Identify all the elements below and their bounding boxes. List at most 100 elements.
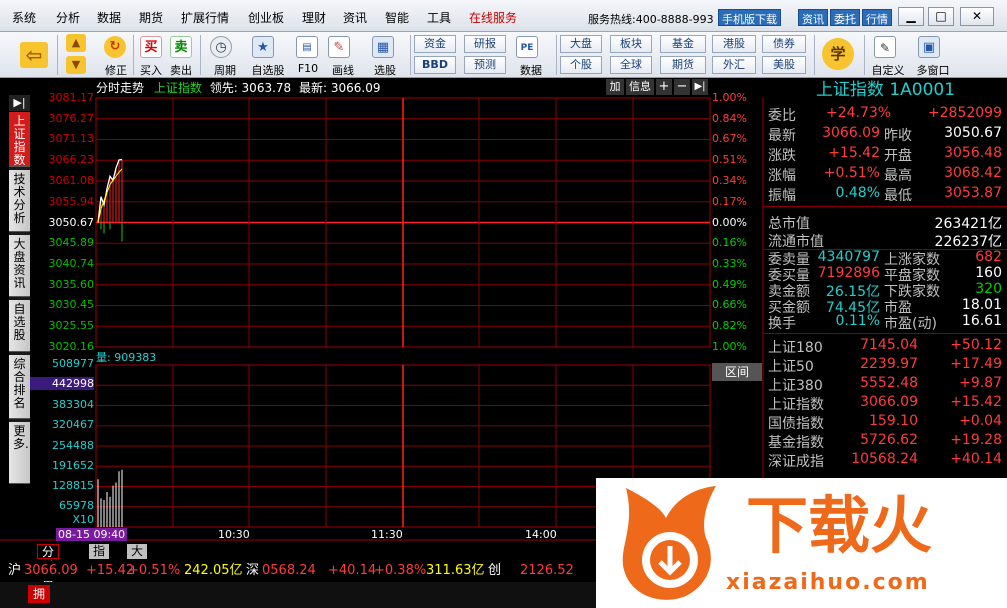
price-tick: 3071.13 — [48, 132, 95, 145]
index-name: 上证180 — [768, 340, 823, 356]
volume-tick: 508977 — [52, 357, 94, 370]
index-change: +40.14 — [950, 451, 1002, 467]
value-prev-close: 3050.67 — [944, 125, 1002, 141]
pct-tick: 1.00% — [712, 340, 747, 353]
volume-tick: 254488 — [52, 439, 94, 452]
volume-tick-highlight: 442998 — [30, 377, 94, 390]
quote-title: 上证指数 1A0001 — [815, 80, 956, 100]
value-ask-vol: 4340797 — [817, 249, 880, 265]
value-low: 3053.87 — [944, 185, 1002, 201]
label-amplitude: 振幅 — [768, 188, 796, 204]
time-tick: 11:30 — [371, 528, 403, 541]
ticker-sh-label: 沪 — [8, 563, 22, 578]
pct-tick: 0.84% — [712, 112, 747, 125]
label-latest: 最新 — [768, 128, 796, 144]
volume-tick: 383304 — [52, 398, 94, 411]
tab-market-news[interactable]: 大盘资讯 — [127, 544, 148, 603]
price-tick: 3045.89 — [48, 236, 95, 249]
ticker-sz-pct: +0.38% — [374, 563, 427, 578]
index-row[interactable]: 上证50 2239.97 +17.49 — [768, 356, 1002, 375]
price-tick: 3061.08 — [48, 174, 95, 187]
flame-logo-icon — [622, 486, 716, 600]
index-row[interactable]: 基金指数 5726.62 +19.28 — [768, 432, 1002, 451]
volume-tick: 65978 — [59, 499, 94, 512]
volume-tick: 128815 — [52, 479, 94, 492]
pct-tick: 0.82% — [712, 319, 747, 332]
index-change: +19.28 — [950, 432, 1002, 448]
ticker-sz-change: +40.14 — [328, 563, 377, 578]
index-name: 上证380 — [768, 378, 823, 394]
pct-tick: 0.49% — [712, 278, 747, 291]
pct-tick: 0.16% — [712, 236, 747, 249]
tab-timeshare-volume[interactable]: 分时量 — [37, 544, 60, 589]
label-high: 最高 — [884, 168, 912, 184]
label-pct: 涨幅 — [768, 168, 796, 184]
index-name: 国债指数 — [768, 416, 824, 432]
value-flat-count: 160 — [975, 265, 1002, 281]
index-name: 上证50 — [768, 359, 814, 375]
ticker-cy-value: 2126.52 — [520, 563, 574, 578]
index-change: +17.49 — [950, 356, 1002, 372]
value-change: +15.42 — [828, 145, 880, 161]
pct-tick: 0.33% — [712, 257, 747, 270]
ticker-sz-amount: 311.63亿 — [426, 563, 485, 578]
label-float-cap: 流通市值 — [768, 234, 824, 250]
pct-tick: 0.17% — [712, 195, 747, 208]
cursor-datetime: 08-15 09:40 — [56, 528, 128, 541]
index-value: 5726.62 — [860, 432, 918, 448]
ticker-sz-label: 深 — [246, 563, 260, 578]
label-total-cap: 总市值 — [768, 216, 810, 232]
index-name: 上证指数 — [768, 397, 824, 413]
index-row[interactable]: 深证成指 10568.24 +40.14 — [768, 451, 1002, 470]
label-turnover: 换手 — [768, 316, 796, 332]
value-pct: +0.51% — [823, 165, 880, 181]
tab-indicator[interactable]: 指标 — [89, 544, 110, 573]
label-weibi: 委比 — [768, 108, 796, 124]
ticker-sh-amount: 242.05亿 — [184, 563, 243, 578]
pct-base: 0.00% — [712, 216, 747, 229]
index-value: 7145.04 — [860, 337, 918, 353]
label-open: 开盘 — [884, 148, 912, 164]
value-open: 3056.48 — [944, 145, 1002, 161]
label-prev-close: 昨收 — [884, 128, 912, 144]
ticker-sh-change: +15.42 — [86, 563, 135, 578]
price-tick: 3025.55 — [48, 319, 95, 332]
pct-tick: 0.67% — [712, 132, 747, 145]
index-change: +0.04 — [959, 413, 1002, 429]
value-float-cap: 226237亿 — [934, 234, 1002, 250]
volume-tick: 191652 — [52, 459, 94, 472]
value-pe: 18.01 — [961, 297, 1002, 313]
price-tick: 3055.94 — [48, 195, 95, 208]
pct-tick: 0.51% — [712, 153, 747, 166]
index-value: 10568.24 — [851, 451, 918, 467]
price-tick: 3081.17 — [48, 91, 95, 104]
index-row[interactable]: 国债指数 159.10 +0.04 — [768, 413, 1002, 432]
index-row[interactable]: 上证指数 3066.09 +15.42 — [768, 394, 1002, 413]
value-weibi: +24.73% — [826, 105, 892, 121]
ticker-sh-value: 3066.09 — [24, 563, 78, 578]
label-pe-dynamic: 市盈(动) — [884, 316, 937, 332]
index-name: 基金指数 — [768, 435, 824, 451]
value-down-count: 320 — [975, 281, 1002, 297]
volume-unit: X10 — [72, 513, 94, 526]
price-tick: 3076.27 — [48, 112, 95, 125]
index-row[interactable]: 上证380 5552.48 +9.87 — [768, 375, 1002, 394]
watermark-brand: 下载火 — [746, 489, 933, 562]
pct-tick: 0.34% — [712, 174, 747, 187]
value-bid-vol: 7192896 — [817, 265, 880, 281]
price-tick: 3020.16 — [48, 340, 95, 353]
value-pe-dynamic: 16.61 — [961, 313, 1002, 329]
label-change: 涨跌 — [768, 148, 796, 164]
price-base: 3050.67 — [48, 216, 95, 229]
value-weicha: +2852099 — [927, 105, 1002, 121]
value-latest: 3066.09 — [822, 125, 880, 141]
index-change: +50.12 — [950, 337, 1002, 353]
watermark-url: xiazaihuo.com — [726, 570, 930, 595]
status-badge[interactable]: 拥 — [28, 585, 50, 603]
index-row[interactable]: 上证180 7145.04 +50.12 — [768, 337, 1002, 356]
value-turnover: 0.11% — [835, 313, 880, 329]
index-change: +15.42 — [950, 394, 1002, 410]
interval-button[interactable]: 区间 — [712, 363, 762, 381]
volume-label: 量: 909383 — [96, 351, 157, 364]
watermark: 下载火 xiazaihuo.com — [596, 478, 1007, 608]
